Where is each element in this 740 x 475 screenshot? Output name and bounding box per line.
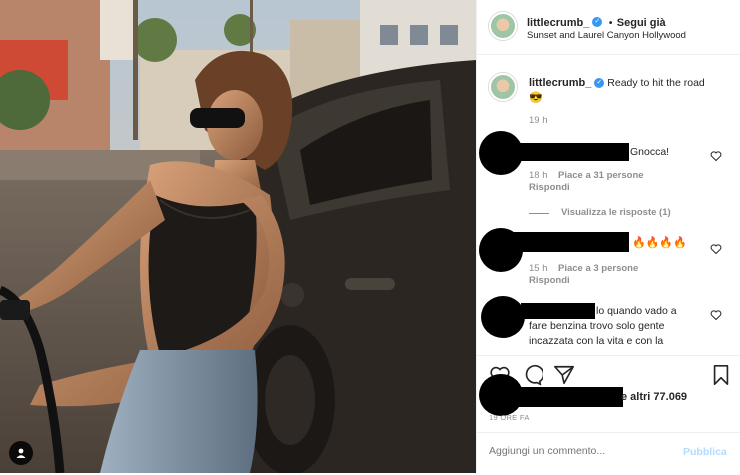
redacted-avatar [481, 296, 525, 338]
comment-like-heart-icon[interactable] [710, 150, 722, 162]
caption-avatar[interactable] [489, 73, 517, 101]
share-icon[interactable] [553, 364, 575, 386]
reply-button[interactable]: Rispondi [529, 182, 570, 193]
comment-like-heart-icon[interactable] [710, 309, 722, 321]
header-separator: • [608, 18, 613, 29]
publish-button[interactable]: Pubblica [683, 446, 727, 458]
post-photo[interactable]: ore [0, 0, 476, 473]
post-time: 19 ORE FA [489, 413, 530, 422]
comment-time: 18 h [529, 170, 548, 181]
user-tag-button[interactable] [9, 441, 33, 465]
comment-icon[interactable] [521, 364, 543, 386]
caption-username[interactable]: littlecrumb_ [529, 77, 591, 89]
post-side-panel: littlecrumb_ ✓ • Segui già Sunset and Lau… [476, 0, 740, 473]
caption-emoji: 😎 [529, 92, 543, 104]
verified-icon: ✓ [594, 78, 605, 89]
redacted-username [499, 143, 629, 161]
post-header: littlecrumb_ ✓ • Segui già Sunset and Lau… [477, 0, 740, 55]
add-comment-input[interactable] [489, 445, 669, 457]
photo-illustration: ore [0, 0, 476, 473]
comment-likes[interactable]: Piace a 3 persone [558, 263, 638, 274]
view-replies-line [529, 213, 549, 214]
view-replies-button[interactable]: Visualizza le risposte (1) [561, 207, 671, 218]
header-username-row: littlecrumb_ ✓ • Segui già [527, 13, 666, 31]
comment-text: 🔥🔥🔥🔥 [632, 237, 687, 249]
comment-like-heart-icon[interactable] [710, 243, 722, 255]
follow-status-button[interactable]: Segui già [617, 17, 666, 29]
comment-text: Gnocca! [630, 146, 670, 158]
location-link[interactable]: Sunset and Laurel Canyon Hollywood [527, 30, 686, 41]
comment-time: 15 h [529, 263, 548, 274]
likes-count[interactable]: e altri 77.069 [621, 391, 687, 403]
bookmark-icon[interactable] [711, 364, 731, 386]
avatar[interactable] [489, 12, 517, 40]
comment-text-multiline: lo quando vado a fare benzina trovo solo… [529, 304, 709, 352]
verified-icon: ✓ [592, 16, 603, 27]
username-link[interactable]: littlecrumb_ [527, 17, 589, 29]
caption-text: Ready to hit the road [607, 77, 705, 89]
comment-likes[interactable]: Piace a 31 persone [558, 170, 644, 181]
user-tag-icon [16, 448, 26, 458]
comment-line: incazzata con la vita e con la [529, 335, 664, 347]
redacted-username [501, 387, 623, 407]
instagram-post: ore [0, 0, 740, 473]
comment-line: lo quando vado a [596, 305, 677, 317]
caption-time: 19 h [529, 115, 548, 126]
comment-line: fare benzina trovo solo gente [529, 320, 665, 332]
caption: littlecrumb_ ✓ Ready to hit the road 😎 [529, 76, 729, 106]
redacted-username [499, 232, 629, 252]
add-comment-bar: Pubblica [477, 432, 740, 473]
reply-button[interactable]: Rispondi [529, 275, 570, 286]
